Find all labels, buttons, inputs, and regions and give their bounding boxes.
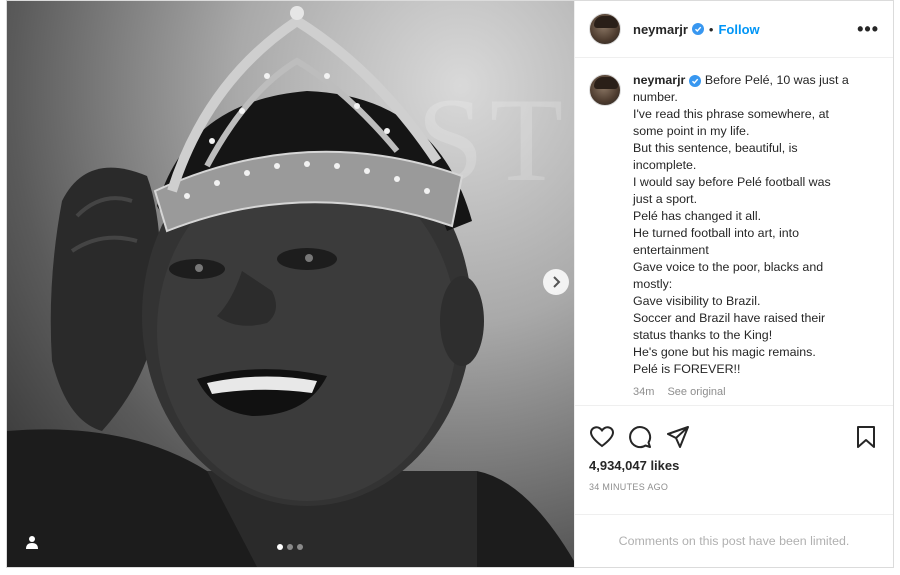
comment-icon [629,425,652,448]
like-button[interactable] [589,424,615,450]
caption-line: I've read this phrase somewhere, at [633,107,829,121]
header-separator: • [708,21,714,37]
caption-line: But this sentence, beautiful, is [633,141,798,155]
caption-first-line: Before Pelé, 10 was just a [704,73,849,87]
caption-age: 34m [633,386,655,398]
header-username[interactable]: neymarjr [633,22,688,37]
avatar[interactable] [589,74,621,106]
verified-badge-icon [689,75,702,87]
verified-badge-icon [691,23,704,35]
heart-icon [590,425,614,447]
caption-line: Pelé has changed it all. [633,209,762,223]
caption-line: Soccer and Brazil have raised their [633,311,826,325]
caption-line: entertainment [633,243,709,257]
carousel-dot [277,544,283,550]
caption-line: incomplete. [633,158,697,172]
like-count[interactable]: 4,934,047 likes [589,458,679,473]
bookmark-icon [857,425,875,448]
caption-username[interactable]: neymarjr [633,73,685,87]
post-photo[interactable]: ST [7,1,574,567]
caption-meta: 34m See original [633,384,849,401]
more-options-button[interactable]: ••• [857,19,879,40]
comment-button[interactable] [627,424,653,450]
caption-line: Gave voice to the poor, blacks and [633,260,824,274]
caption-line: status thanks to the King! [633,328,773,342]
carousel-dot [297,544,303,550]
paper-plane-icon [667,425,689,448]
caption-line: I would say before Pelé football was [633,175,831,189]
caption-line: just a sport. [633,192,698,206]
avatar[interactable] [589,13,621,45]
follow-button[interactable]: Follow [718,22,759,37]
action-bar [575,405,893,455]
post-header: neymarjr • Follow ••• [575,1,893,58]
carousel-dot [287,544,293,550]
caption-line: He's gone but his magic remains. [633,345,816,359]
caption: neymarjr Before Pelé, 10 was just a numb… [633,72,849,403]
caption-line: He turned football into art, into [633,226,799,240]
caption-line: some point in my life. [633,124,750,138]
see-original-link[interactable]: See original [667,386,725,398]
caption-line: mostly: [633,277,673,291]
save-button[interactable] [853,424,879,450]
next-photo-button[interactable] [543,269,569,295]
instagram-post: ST neymarjr • Follow ••• neymarjr Before… [6,0,894,568]
carousel-indicator [277,544,303,550]
portrait-illustration [7,6,574,567]
post-timestamp: 34 MINUTES AGO [589,482,669,492]
caption-line: Gave visibility to Brazil. [633,294,761,308]
user-tag-icon[interactable] [21,531,43,553]
chevron-right-icon [553,276,561,288]
post-sidebar: neymarjr • Follow ••• neymarjr Before Pe… [574,1,893,567]
caption-section: neymarjr Before Pelé, 10 was just a numb… [575,58,893,403]
share-button[interactable] [665,424,691,450]
caption-line: number. [633,90,678,104]
comments-limited-notice: Comments on this post have been limited. [575,514,893,567]
caption-line: Pelé is FOREVER!! [633,362,741,376]
